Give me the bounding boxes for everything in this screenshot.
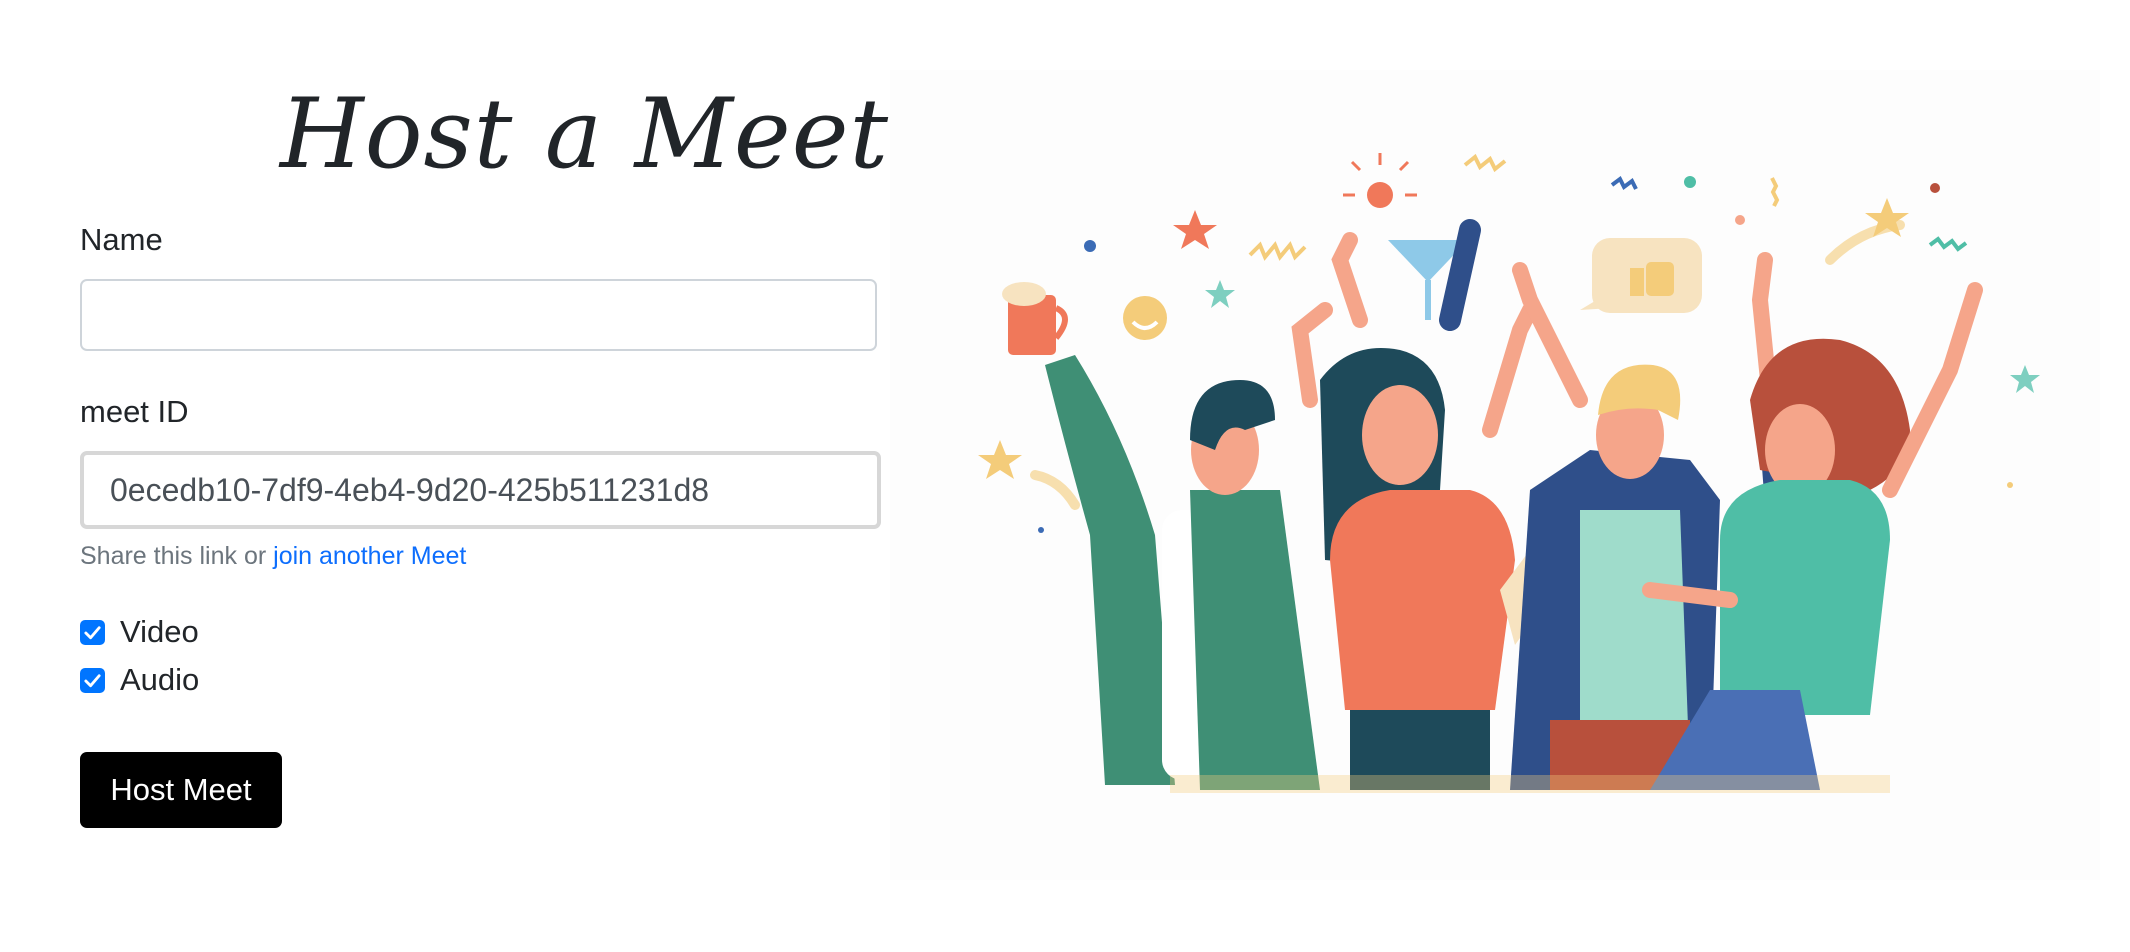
audio-option[interactable]: Audio xyxy=(80,662,199,698)
thumbs-up-icon xyxy=(1580,238,1702,313)
name-label: Name xyxy=(80,222,163,257)
audio-label: Audio xyxy=(120,662,200,697)
host-meet-button[interactable]: Host Meet xyxy=(80,752,282,828)
join-another-meet-link[interactable]: join another Meet xyxy=(273,542,466,570)
share-help-prefix: Share this link or xyxy=(80,542,274,570)
meet-id-input[interactable] xyxy=(80,451,881,529)
party-illustration xyxy=(890,70,2100,880)
meet-id-label: meet ID xyxy=(80,394,189,429)
person-green-jacket xyxy=(1045,302,1333,790)
smiley-icon xyxy=(1123,296,1167,340)
video-checkbox[interactable] xyxy=(80,619,105,645)
party-people-illustration xyxy=(978,153,2040,793)
checkmark-icon xyxy=(84,673,101,687)
checkmark-icon xyxy=(84,625,101,639)
person-orange-shirt xyxy=(1320,232,1540,790)
name-input[interactable] xyxy=(80,279,877,351)
beer-mug-icon xyxy=(1002,282,1068,355)
page-title: Host a Meet xyxy=(280,78,890,190)
video-label: Video xyxy=(120,614,199,649)
share-help-text: Share this link or join another Meet xyxy=(80,542,466,571)
video-option[interactable]: Video xyxy=(80,614,199,650)
audio-checkbox[interactable] xyxy=(80,667,105,693)
